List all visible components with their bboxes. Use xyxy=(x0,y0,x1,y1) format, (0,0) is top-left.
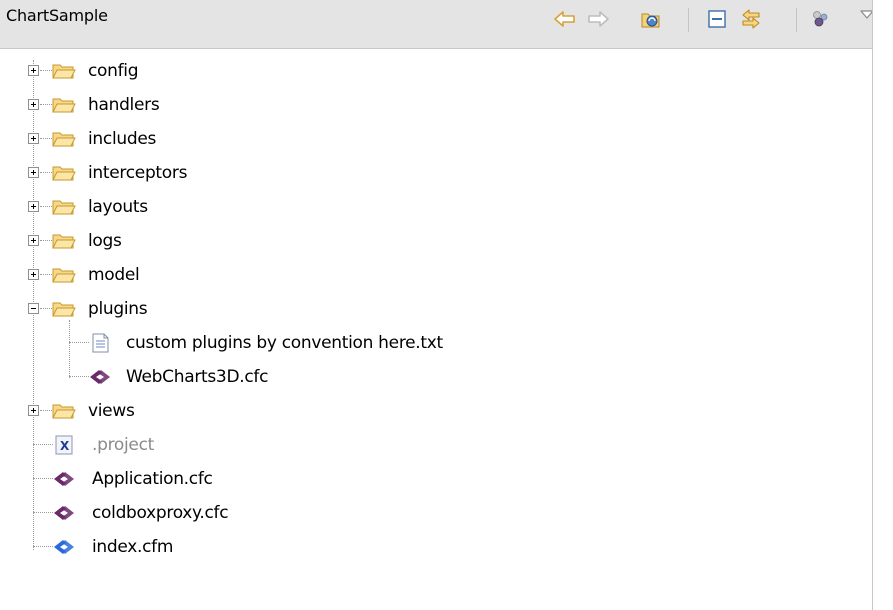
xml-file-icon: X xyxy=(55,435,73,455)
text-file-icon xyxy=(92,333,109,353)
tree-item-label: Application.cfc xyxy=(92,469,213,489)
tree-expander[interactable] xyxy=(28,303,39,314)
folder-icon xyxy=(52,64,76,79)
object-icon xyxy=(813,11,828,27)
folder-icon xyxy=(52,404,76,419)
tree-connector xyxy=(40,274,52,276)
tree-folder-row[interactable]: views xyxy=(52,394,135,428)
toolbar-separator xyxy=(796,8,797,32)
folder-icon xyxy=(52,234,76,249)
tree-expander[interactable] xyxy=(28,201,39,212)
tree-connector xyxy=(40,70,52,72)
tree-item-label: layouts xyxy=(88,197,148,217)
project-tree: config handlers includes interceptors layout… xyxy=(0,48,883,610)
tree-folder-row[interactable]: config xyxy=(52,54,139,88)
tree-item-label: interceptors xyxy=(88,163,188,183)
tree-guide-line xyxy=(69,320,71,378)
tree-expander[interactable] xyxy=(28,65,39,76)
folder-icon xyxy=(52,132,76,147)
tree-item-label: model xyxy=(88,265,140,285)
tree-folder-row[interactable]: plugins xyxy=(52,292,148,326)
toolbar-separator xyxy=(688,8,689,32)
tree-connector xyxy=(40,138,52,140)
tree-connector xyxy=(69,376,89,378)
cfc-file-icon xyxy=(54,472,74,486)
tree-connector xyxy=(33,546,53,548)
tree-expander[interactable] xyxy=(28,99,39,110)
tree-connector xyxy=(33,444,53,446)
tree-connector xyxy=(69,342,89,344)
folder-icon xyxy=(52,268,76,283)
tree-expander[interactable] xyxy=(28,235,39,246)
tree-item-label: coldboxproxy.cfc xyxy=(92,503,229,523)
tree-folder-row[interactable]: interceptors xyxy=(52,156,187,190)
forward-arrow-icon xyxy=(588,11,609,27)
tree-folder-row[interactable]: layouts xyxy=(52,190,148,224)
tree-connector xyxy=(40,240,52,242)
tree-connector xyxy=(40,172,52,174)
collapse-all-button[interactable] xyxy=(704,6,730,32)
tree-item-label: config xyxy=(88,61,139,81)
tree-item-label: custom plugins by convention here.txt xyxy=(126,333,443,353)
svg-text:X: X xyxy=(60,439,70,453)
panel-title: ChartSample xyxy=(6,6,108,25)
folder-icon xyxy=(52,200,76,215)
tree-item-label: includes xyxy=(88,129,157,149)
tree-item-label: logs xyxy=(88,231,122,251)
back-button[interactable] xyxy=(552,6,578,32)
filter-button[interactable] xyxy=(808,6,834,32)
link-with-editor-button[interactable] xyxy=(738,6,764,32)
tree-item-label: WebCharts3D.cfc xyxy=(126,367,269,387)
tree-item-label: .project xyxy=(92,435,155,455)
forward-button[interactable] xyxy=(585,6,611,32)
tree-folder-row[interactable]: includes xyxy=(52,122,156,156)
tree-item-label: index.cfm xyxy=(92,537,174,557)
tree-folder-row[interactable]: handlers xyxy=(52,88,160,122)
tree-connector xyxy=(40,206,52,208)
panel-border xyxy=(872,0,883,610)
tree-connector xyxy=(40,104,52,106)
tree-file-row[interactable]: coldboxproxy.cfc xyxy=(52,496,229,530)
tree-connector xyxy=(33,478,53,480)
tree-item-label: views xyxy=(88,401,135,421)
tree-file-row[interactable]: WebCharts3D.cfc xyxy=(88,360,268,394)
folder-icon xyxy=(52,166,76,181)
tree-connector xyxy=(40,308,52,310)
tree-expander[interactable] xyxy=(28,405,39,416)
tree-item-label: plugins xyxy=(88,299,148,319)
refresh-project-icon xyxy=(641,13,660,28)
panel-header: ChartSample xyxy=(0,0,883,49)
project-explorer-panel: ChartSample config handlers includes int… xyxy=(0,0,883,610)
tree-folder-row[interactable]: logs xyxy=(52,224,122,258)
tree-file-row[interactable]: X .project xyxy=(52,428,154,462)
tree-item-label: handlers xyxy=(88,95,160,115)
tree-file-row[interactable]: index.cfm xyxy=(52,530,173,564)
tree-connector xyxy=(40,410,52,412)
tree-file-row[interactable]: custom plugins by convention here.txt xyxy=(88,326,443,360)
refresh-project-button[interactable] xyxy=(638,6,664,32)
tree-file-row[interactable]: Application.cfc xyxy=(52,462,213,496)
tree-expander[interactable] xyxy=(28,167,39,178)
back-arrow-icon xyxy=(554,11,575,27)
cfm-file-icon xyxy=(54,540,74,554)
tree-expander[interactable] xyxy=(28,269,39,280)
link-with-editor-icon xyxy=(742,9,760,29)
folder-icon xyxy=(52,98,76,113)
tree-connector xyxy=(33,512,53,514)
tree-expander[interactable] xyxy=(28,133,39,144)
folder-icon xyxy=(52,302,76,317)
tree-folder-row[interactable]: model xyxy=(52,258,140,292)
cfc-file-icon xyxy=(54,506,74,520)
collapse-all-icon xyxy=(708,10,726,28)
cfc-file-icon xyxy=(90,370,110,384)
